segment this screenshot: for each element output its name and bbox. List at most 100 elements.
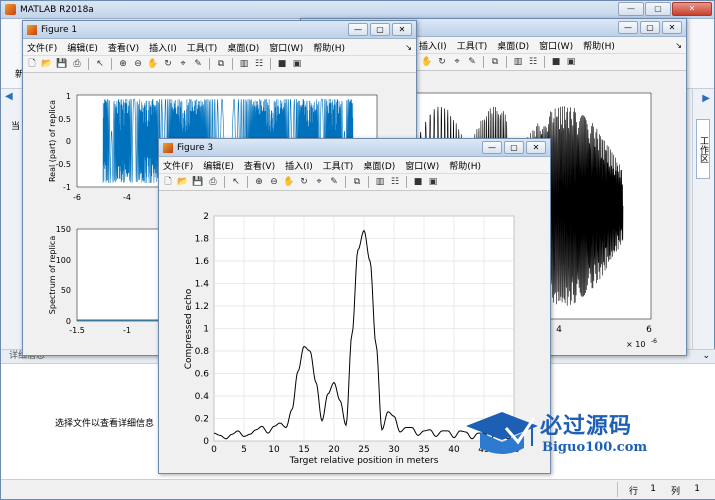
show-plot-icon[interactable]: ▣ (427, 176, 439, 188)
figure-3-menu-tools[interactable]: 工具(T) (323, 159, 354, 172)
figure-2-legend-icon[interactable]: ☷ (527, 56, 539, 68)
hide-plot-icon[interactable]: ■ (412, 176, 424, 188)
show-plot-icon[interactable]: ▣ (291, 58, 303, 70)
figure-2-menu-help[interactable]: 帮助(H) (583, 39, 615, 52)
figure-1-menu-view[interactable]: 查看(V) (108, 41, 139, 54)
figure-2-show-plot-icon[interactable]: ▣ (565, 56, 577, 68)
figure-1-menu-desktop[interactable]: 桌面(D) (227, 41, 259, 54)
datacursor-icon[interactable]: ⌖ (313, 176, 325, 188)
colorbar-icon[interactable]: ▥ (238, 58, 250, 70)
figure-1-menu-edit[interactable]: 编辑(E) (67, 41, 98, 54)
figure-2-brush-icon[interactable]: ✎ (466, 56, 478, 68)
figure-2-exponent: × 10 (626, 340, 645, 349)
figure-1-restore-button[interactable]: ▢ (370, 23, 390, 36)
rotate-icon[interactable]: ↻ (298, 176, 310, 188)
figure-3-title: Figure 3 (177, 142, 214, 153)
figure-2-window-controls: — ▢ ✕ (618, 21, 682, 34)
zoom-in-icon[interactable]: ⊕ (117, 58, 129, 70)
figure-2-link-icon[interactable]: ⧉ (489, 56, 501, 68)
figure-1-menu-file[interactable]: 文件(F) (27, 41, 57, 54)
back-arrow-icon[interactable]: ◀ (5, 91, 13, 102)
print-icon[interactable]: ⎙ (207, 176, 219, 188)
figure-2-rotate-icon[interactable]: ↻ (436, 56, 448, 68)
colorbar-icon[interactable]: ▥ (374, 176, 386, 188)
legend-icon[interactable]: ☷ (253, 58, 265, 70)
figure-3-close-button[interactable]: ✕ (526, 141, 546, 154)
figure-2-colorbar-icon[interactable]: ▥ (512, 56, 524, 68)
figure-2-menu-window[interactable]: 窗口(W) (539, 39, 573, 52)
y-tick-label: 0 (203, 437, 209, 447)
print-icon[interactable]: ⎙ (71, 58, 83, 70)
figure-2-datacursor-icon[interactable]: ⌖ (451, 56, 463, 68)
figure-3-menu-desktop[interactable]: 桌面(D) (363, 159, 395, 172)
figure-2-menu-desktop[interactable]: 桌面(D) (497, 39, 529, 52)
rotate-icon[interactable]: ↻ (162, 58, 174, 70)
figure-3-menu-help[interactable]: 帮助(H) (449, 159, 481, 172)
new-icon[interactable]: 🗋 (162, 176, 174, 188)
figure-2-hide-plot-icon[interactable]: ■ (550, 56, 562, 68)
figure-1-dock-arrow-icon[interactable]: ↘ (405, 43, 412, 52)
figure-2-restore-button[interactable]: ▢ (640, 21, 660, 34)
close-button[interactable]: ✕ (672, 2, 712, 16)
brush-icon[interactable]: ✎ (328, 176, 340, 188)
figure-3-titlebar: Figure 3 — ▢ ✕ (159, 139, 550, 157)
details-collapse-icon[interactable]: ⌄ (702, 351, 710, 361)
workspace-tab[interactable]: 工作区 (696, 119, 710, 179)
figure-2-dock-arrow-icon[interactable]: ↘ (675, 41, 682, 50)
hide-plot-icon[interactable]: ■ (276, 58, 288, 70)
legend-icon[interactable]: ☷ (389, 176, 401, 188)
pan-icon[interactable]: ✋ (283, 176, 295, 188)
datacursor-icon[interactable]: ⌖ (177, 58, 189, 70)
collapse-arrow-icon[interactable]: ▶ (702, 93, 710, 104)
save-icon[interactable]: 💾 (56, 58, 68, 70)
figure-2-pan-icon[interactable]: ✋ (421, 56, 433, 68)
figure-3-restore-button[interactable]: ▢ (504, 141, 524, 154)
figure-2-close-button[interactable]: ✕ (662, 21, 682, 34)
open-icon[interactable]: 📂 (177, 176, 189, 188)
figure-1-menu-window[interactable]: 窗口(W) (269, 41, 303, 54)
figure-1-window-controls: — ▢ ✕ (348, 23, 412, 36)
figure-1-minimize-button[interactable]: — (348, 23, 368, 36)
figure-1-close-button[interactable]: ✕ (392, 23, 412, 36)
y-tick-label: 0.2 (195, 415, 209, 425)
link-icon[interactable]: ⧉ (351, 176, 363, 188)
figure-1-toolbar: 🗋 📂 💾 ⎙ ↖ ⊕ ⊖ ✋ ↻ ⌖ ✎ ⧉ ▥ ☷ ■ ▣ (23, 55, 416, 73)
figure-3-minimize-button[interactable]: — (482, 141, 502, 154)
minimize-button[interactable]: — (618, 2, 644, 16)
biguo-watermark: 必过源码 Biguo100.com (462, 408, 662, 460)
bottom-ytick: 150 (56, 225, 71, 234)
figure-3-menu-insert[interactable]: 插入(I) (285, 159, 313, 172)
link-icon[interactable]: ⧉ (215, 58, 227, 70)
save-icon[interactable]: 💾 (192, 176, 204, 188)
figure-3-menu-edit[interactable]: 编辑(E) (203, 159, 234, 172)
figure-1-menu-insert[interactable]: 插入(I) (149, 41, 177, 54)
figure-3-menu-view[interactable]: 查看(V) (244, 159, 275, 172)
figure-1-menu-help[interactable]: 帮助(H) (313, 41, 345, 54)
figure-2-menu-tools[interactable]: 工具(T) (457, 39, 488, 52)
top-ytick: 0 (66, 137, 71, 146)
zoom-out-icon[interactable]: ⊖ (132, 58, 144, 70)
figure-3-menu-window[interactable]: 窗口(W) (405, 159, 439, 172)
toolbar-separator (247, 176, 248, 188)
zoom-out-icon[interactable]: ⊖ (268, 176, 280, 188)
figure-2-minimize-button[interactable]: — (618, 21, 638, 34)
zoom-in-icon[interactable]: ⊕ (253, 176, 265, 188)
open-icon[interactable]: 📂 (41, 58, 53, 70)
figure-3-toolbar: 🗋 📂 💾 ⎙ ↖ ⊕ ⊖ ✋ ↻ ⌖ ✎ ⧉ ▥ ☷ ■ ▣ (159, 173, 550, 191)
graduation-cap-logo (466, 412, 538, 454)
y-tick-label: 1.4 (195, 280, 210, 290)
brush-icon[interactable]: ✎ (192, 58, 204, 70)
toolbar-separator (506, 56, 507, 68)
pointer-icon[interactable]: ↖ (230, 176, 242, 188)
y-tick-label: 0.6 (195, 370, 210, 380)
y-tick-label: 1.6 (195, 257, 210, 267)
figure-1-menu-tools[interactable]: 工具(T) (187, 41, 218, 54)
pointer-icon[interactable]: ↖ (94, 58, 106, 70)
restore-button[interactable]: ▢ (645, 2, 671, 16)
figure-2-menu-insert[interactable]: 插入(I) (419, 39, 447, 52)
x-tick-label: 25 (358, 445, 369, 455)
figure-3-menu-file[interactable]: 文件(F) (163, 159, 193, 172)
pan-icon[interactable]: ✋ (147, 58, 159, 70)
matlab-window-controls: — ▢ ✕ (618, 2, 712, 16)
new-icon[interactable]: 🗋 (26, 58, 38, 70)
